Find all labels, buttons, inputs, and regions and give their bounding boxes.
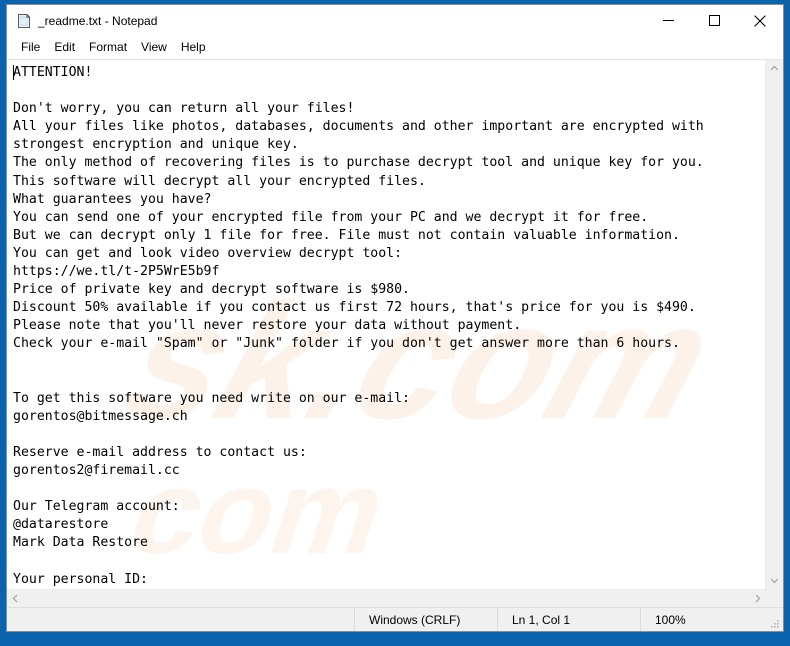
- menu-item-format[interactable]: Format: [82, 38, 134, 57]
- menu-item-view[interactable]: View: [134, 38, 174, 57]
- menu-item-edit[interactable]: Edit: [47, 38, 82, 57]
- status-bar: Windows (CRLF) Ln 1, Col 1 100%: [7, 607, 783, 631]
- ransom-note-text[interactable]: ATTENTION! Don't worry, you can return a…: [7, 60, 765, 589]
- resize-grip-icon[interactable]: [770, 618, 780, 628]
- title-bar[interactable]: _readme.txt - Notepad: [7, 5, 783, 36]
- status-cursor-position: Ln 1, Col 1: [497, 608, 640, 631]
- horizontal-scrollbar[interactable]: [7, 590, 766, 607]
- scrollbar-corner: [766, 590, 783, 607]
- status-zoom-level: 100%: [640, 608, 783, 631]
- status-line-ending: Windows (CRLF): [354, 608, 497, 631]
- editor-region: sk.com com ATTENTION! Don't worry, you c…: [7, 59, 783, 589]
- text-caret: [13, 65, 14, 80]
- window-controls: [645, 5, 783, 36]
- desktop-background: _readme.txt - Notepad File Edit Format V…: [0, 0, 790, 646]
- scroll-up-arrow-icon[interactable]: [766, 60, 783, 77]
- notepad-window: _readme.txt - Notepad File Edit Format V…: [6, 4, 784, 632]
- scroll-left-arrow-icon[interactable]: [7, 590, 24, 607]
- scroll-right-arrow-icon[interactable]: [749, 590, 766, 607]
- window-title: _readme.txt - Notepad: [38, 13, 158, 28]
- scroll-down-arrow-icon[interactable]: [766, 572, 783, 589]
- horizontal-scrollbar-row: [7, 589, 783, 607]
- menu-bar: File Edit Format View Help: [7, 36, 783, 59]
- text-area[interactable]: sk.com com ATTENTION! Don't worry, you c…: [7, 60, 765, 589]
- close-button[interactable]: [737, 5, 783, 36]
- title-bar-left: _readme.txt - Notepad: [7, 13, 157, 29]
- notepad-icon: [16, 13, 32, 29]
- maximize-button[interactable]: [691, 5, 737, 36]
- menu-item-file[interactable]: File: [14, 38, 47, 57]
- vertical-scrollbar[interactable]: [765, 60, 783, 589]
- minimize-button[interactable]: [645, 5, 691, 36]
- menu-item-help[interactable]: Help: [174, 38, 213, 57]
